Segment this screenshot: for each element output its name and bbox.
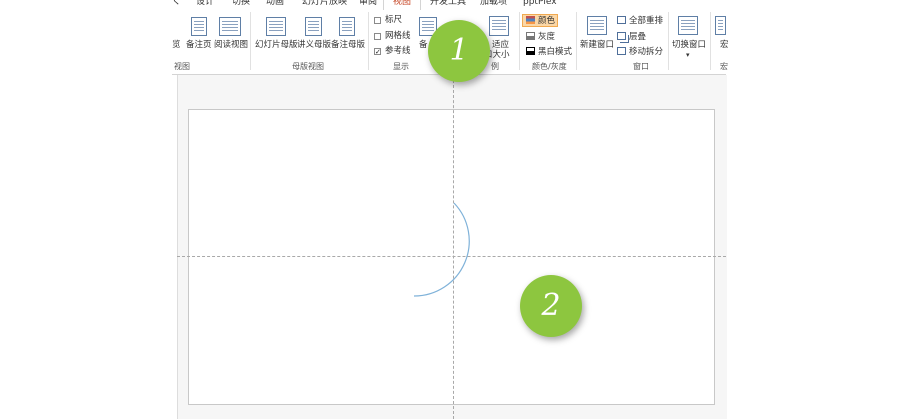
step-2-badge: 2 xyxy=(520,275,582,337)
step-1-badge: 1 xyxy=(428,20,490,82)
